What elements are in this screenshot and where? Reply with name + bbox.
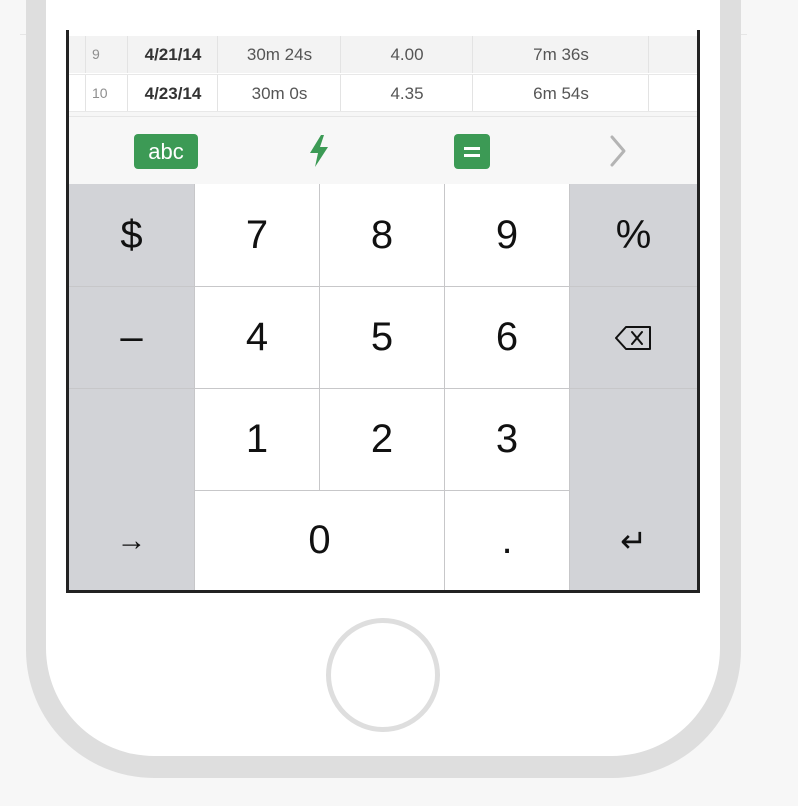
empty-cell[interactable]	[648, 75, 697, 112]
table-row[interactable]: 10 4/23/14 30m 0s 4.35 6m 54s	[69, 74, 697, 112]
tab-key[interactable]: →	[69, 491, 195, 590]
screen: 9 4/21/14 30m 24s 4.00 7m 36s 10 4/23/14…	[66, 30, 700, 593]
abc-keyboard-button[interactable]: abc	[134, 134, 198, 169]
return-key[interactable]: ↵	[570, 491, 697, 590]
backspace-icon	[614, 325, 651, 350]
table-row[interactable]: 9 4/21/14 30m 24s 4.00 7m 36s	[69, 36, 697, 73]
nine-key[interactable]: 9	[445, 184, 570, 287]
two-key[interactable]: 2	[320, 389, 445, 491]
row-number: 9	[85, 36, 127, 73]
date-cell[interactable]: 4/23/14	[127, 75, 218, 112]
backspace-key[interactable]	[570, 287, 697, 389]
four-key[interactable]: 4	[195, 287, 320, 389]
value-cell[interactable]: 4.35	[340, 75, 473, 112]
zero-key[interactable]: 0	[195, 491, 445, 590]
return-icon: ↵	[620, 522, 647, 559]
blank-key	[570, 389, 697, 491]
row-number: 10	[85, 75, 127, 112]
numeric-keypad: $ 7 8 9 % – 4 5 6 1 2 3 → 0 . ↵	[69, 184, 697, 590]
time-cell[interactable]: 30m 0s	[217, 75, 341, 112]
three-key[interactable]: 3	[445, 389, 570, 491]
chevron-right-icon[interactable]	[606, 133, 630, 169]
pace-cell[interactable]: 7m 36s	[472, 36, 649, 73]
seven-key[interactable]: 7	[195, 184, 320, 287]
five-key[interactable]: 5	[320, 287, 445, 389]
minus-key[interactable]: –	[69, 287, 195, 389]
decimal-key[interactable]: .	[445, 491, 570, 590]
one-key[interactable]: 1	[195, 389, 320, 491]
keyboard-toolbar: abc	[69, 116, 697, 185]
device-frame: 9 4/21/14 30m 24s 4.00 7m 36s 10 4/23/14…	[0, 0, 798, 806]
home-button[interactable]	[326, 618, 440, 732]
time-cell[interactable]: 30m 24s	[217, 36, 341, 73]
equals-icon[interactable]	[454, 134, 490, 169]
dollar-key[interactable]: $	[69, 184, 195, 287]
blank-key	[69, 389, 195, 491]
lightning-bolt-icon[interactable]	[307, 133, 331, 169]
date-cell[interactable]: 4/21/14	[127, 36, 218, 73]
pace-cell[interactable]: 6m 54s	[472, 75, 649, 112]
empty-cell[interactable]	[648, 36, 697, 73]
eight-key[interactable]: 8	[320, 184, 445, 287]
spreadsheet: 9 4/21/14 30m 24s 4.00 7m 36s 10 4/23/14…	[69, 30, 697, 117]
six-key[interactable]: 6	[445, 287, 570, 389]
value-cell[interactable]: 4.00	[340, 36, 473, 73]
arrow-right-icon: →	[116, 523, 147, 557]
percent-key[interactable]: %	[570, 184, 697, 287]
